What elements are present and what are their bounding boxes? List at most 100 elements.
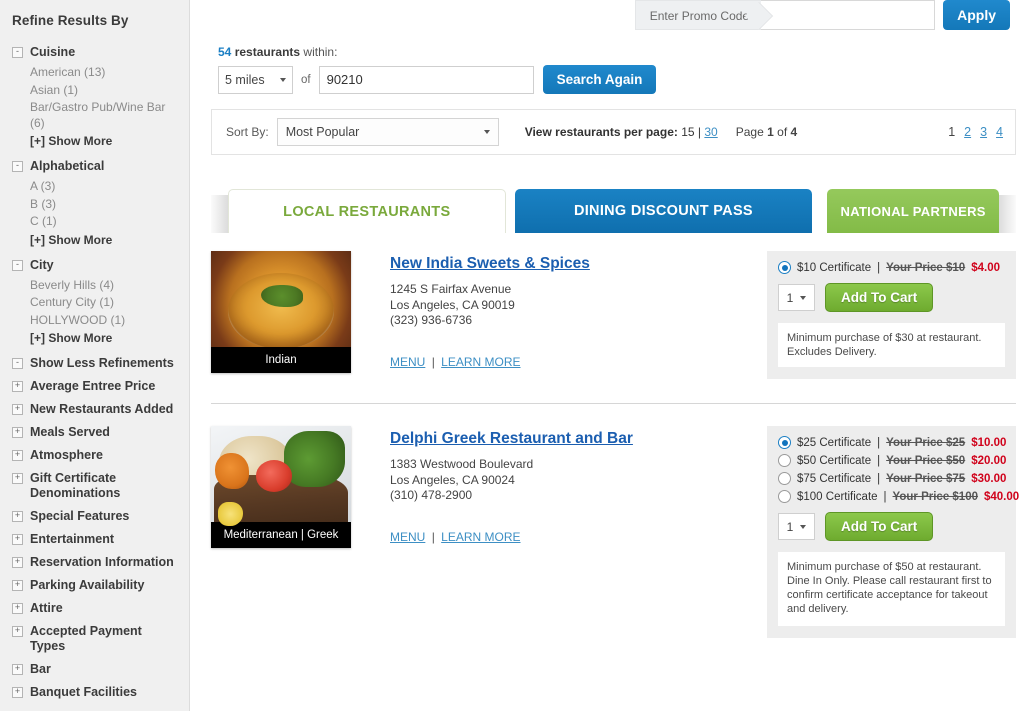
facet-value[interactable]: Beverly Hills (4) [30,277,177,295]
facet-value[interactable]: American (13) [30,64,177,82]
search-row: 5 miles of Search Again [218,65,1010,94]
expand-icon[interactable]: + [12,557,23,568]
restaurant-thumbnail[interactable]: Mediterranean | Greek [211,426,351,548]
show-more-link[interactable]: [+] Show More [30,132,177,150]
purchase-note: Minimum purchase of $50 at restaurant. D… [778,552,1005,626]
promo-code-input[interactable] [761,0,936,30]
expand-icon[interactable]: + [12,511,23,522]
per-page-15[interactable]: 15 [681,125,694,139]
toggle-glyph: - [16,357,19,367]
expand-icon[interactable]: + [12,473,23,484]
learn-more-link[interactable]: LEARN MORE [441,530,520,544]
facet-header[interactable]: + Accepted Payment Types [12,621,177,657]
quantity-select[interactable]: 1 [778,513,815,540]
facet-value[interactable]: C (1) [30,213,177,231]
facet-value[interactable]: B (3) [30,196,177,214]
collapse-icon[interactable]: - [12,259,23,271]
facet-header[interactable]: + Meals Served [12,422,177,443]
certificate-radio[interactable] [778,472,791,485]
expand-icon[interactable]: + [12,427,23,438]
apply-promo-button[interactable]: Apply [943,0,1010,30]
expand-icon[interactable]: + [12,664,23,675]
show-more-link[interactable]: [+] Show More [30,329,177,347]
facet-value[interactable]: Bar/Gastro Pub/Wine Bar (6) [30,99,177,132]
facet-name: Parking Availability [30,578,145,592]
restaurant-name-link[interactable]: Delphi Greek Restaurant and Bar [390,430,633,448]
facet-header[interactable]: + Bar [12,659,177,680]
menu-link[interactable]: MENU [390,530,425,544]
certificate-option[interactable]: $100 Certificate | Your Price $100 $40.00 [778,490,1019,503]
address-line-2: Los Angeles, CA 90024 [390,472,515,487]
page-link-4[interactable]: 4 [996,125,1003,139]
per-page-30[interactable]: 30 [704,125,717,139]
sort-by-select[interactable]: Most Popular [276,118,499,146]
restaurant-thumbnail[interactable]: Indian [211,251,351,373]
quantity-select[interactable]: 1 [778,284,815,311]
learn-more-link[interactable]: LEARN MORE [441,355,520,369]
page-mid: of [777,125,788,139]
expand-icon[interactable]: + [12,603,23,614]
facet-value[interactable]: A (3) [30,178,177,196]
facet-header[interactable]: + Reservation Information [12,552,177,573]
facet-value[interactable]: Century City (1) [30,294,177,312]
facet-header[interactable]: + Attire [12,598,177,619]
facet-header[interactable]: - Show Less Refinements [12,353,177,374]
photo-detail-greens [283,430,346,487]
facet-header[interactable]: + Average Entree Price [12,376,177,397]
expand-icon[interactable]: + [12,450,23,461]
tab-dining-discount-pass[interactable]: DINING DISCOUNT PASS [514,189,813,233]
expand-icon[interactable]: + [12,404,23,415]
tab-local-restaurants[interactable]: LOCAL RESTAURANTS [227,189,506,233]
certificate-radio[interactable] [778,454,791,467]
expand-icon[interactable]: + [12,626,23,637]
facet-name: Entertainment [30,532,115,546]
search-again-button[interactable]: Search Again [542,65,657,94]
restaurant-listing: Indian New India Sweets & Spices 1245 S … [211,233,1016,379]
certificate-option[interactable]: $25 Certificate | Your Price $25 $10.00 [778,436,1006,449]
facet-group: + Reservation Information [12,552,177,573]
certificate-radio[interactable] [778,436,791,449]
certificate-option[interactable]: $75 Certificate | Your Price $75 $30.00 [778,472,1006,485]
certificate-option[interactable]: $50 Certificate | Your Price $50 $20.00 [778,454,1006,467]
facet-value[interactable]: HOLLYWOOD (1) [30,312,177,330]
certificate-separator: | [877,261,881,274]
tab-national-partners[interactable]: NATIONAL PARTNERS [827,189,1000,233]
expand-icon[interactable]: + [12,580,23,591]
facet-name: City [30,257,54,272]
restaurant-name-link[interactable]: New India Sweets & Spices [390,255,590,273]
collapse-icon[interactable]: - [12,358,23,369]
collapse-icon[interactable]: - [12,47,23,58]
expand-icon[interactable]: + [12,534,23,545]
facet-group: + Special Features [12,506,177,527]
facet-header[interactable]: - Alphabetical [12,156,177,177]
facet-header[interactable]: + Special Features [12,506,177,527]
refine-sidebar: Refine Results By - Cuisine American (13) A… [0,0,190,711]
facet-header[interactable]: + Atmosphere [12,445,177,466]
facet-values: A (3) B (3) C (1) [+] Show More [30,178,177,249]
menu-link[interactable]: MENU [390,355,425,369]
expand-icon[interactable]: + [12,381,23,392]
facet-header[interactable]: - Cuisine [12,42,177,63]
facet-header[interactable]: + Entertainment [12,529,177,550]
zip-input[interactable] [318,65,534,94]
add-to-cart-button[interactable]: Add To Cart [825,283,934,312]
facet-value[interactable]: Asian (1) [30,82,177,100]
facet-group: + Meals Served [12,422,177,443]
page-link-1[interactable]: 1 [948,125,955,139]
certificate-radio[interactable] [778,490,791,503]
page-link-2[interactable]: 2 [964,125,971,139]
add-to-cart-button[interactable]: Add To Cart [825,512,934,541]
facet-header[interactable]: + Banquet Facilities [12,682,177,703]
certificate-option[interactable]: $10 Certificate | Your Price $10 $4.00 [778,261,1005,274]
show-more-link[interactable]: [+] Show More [30,231,177,249]
facet-header[interactable]: - City [12,255,177,276]
certificate-radio[interactable] [778,261,791,274]
page-link-3[interactable]: 3 [980,125,987,139]
distance-select[interactable]: 5 miles [218,65,293,94]
collapse-icon[interactable]: - [12,161,23,172]
restaurant-listing: Mediterranean | Greek Delphi Greek Resta… [211,403,1019,638]
facet-header[interactable]: + Gift Certificate Denominations [12,468,177,504]
facet-header[interactable]: + Parking Availability [12,575,177,596]
facet-header[interactable]: + New Restaurants Added [12,399,177,420]
expand-icon[interactable]: + [12,687,23,698]
